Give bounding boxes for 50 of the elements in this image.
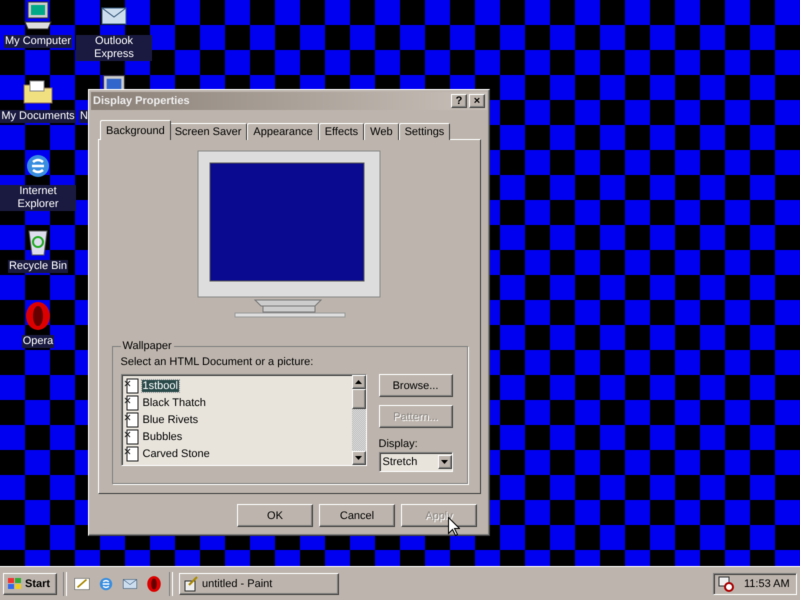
side-button[interactable]: Browse...: [378, 374, 452, 397]
image-file-icon: [124, 446, 140, 462]
group-label: Wallpaper: [122, 340, 173, 352]
scheduler-icon: [718, 576, 734, 592]
desktop-icon-label[interactable]: Opera: [22, 335, 54, 348]
image-file-icon: [124, 412, 140, 428]
display-dropdown[interactable]: Stretch: [378, 452, 452, 472]
desktop-icon-label[interactable]: My Computer: [4, 35, 72, 48]
taskbar-button[interactable]: untitled - Paint: [179, 572, 339, 594]
list-item[interactable]: 1stbool: [142, 380, 179, 392]
list-item[interactable]: Bubbles: [142, 430, 184, 442]
windows-flag-icon: [7, 576, 23, 590]
start-button[interactable]: Start: [3, 572, 57, 594]
tab[interactable]: Settings: [398, 123, 450, 140]
tab[interactable]: Background: [100, 120, 171, 140]
dialog-button[interactable]: Cancel: [319, 504, 395, 527]
scroll-thumb[interactable]: [352, 389, 366, 409]
scroll-up-button[interactable]: [352, 375, 366, 389]
list-item[interactable]: Carved Stone: [142, 448, 211, 460]
close-button[interactable]: ×: [469, 94, 485, 108]
down-arrow-icon: [355, 456, 362, 460]
list-item[interactable]: Blue Rivets: [142, 414, 200, 426]
image-file-icon: [124, 378, 140, 394]
image-file-icon: [124, 394, 140, 410]
window-title: Display Properties: [93, 95, 190, 107]
caret-icon: [441, 460, 448, 464]
help-button[interactable]: ?: [451, 94, 467, 108]
dropdown-button[interactable]: [438, 455, 452, 469]
scroll-down-button[interactable]: [352, 451, 366, 465]
display-label: Display:: [378, 438, 419, 450]
computer-icon: [22, 0, 54, 32]
dialog-button[interactable]: OK: [237, 504, 313, 527]
tab[interactable]: Screen Saver: [168, 123, 248, 140]
image-file-icon: [124, 428, 140, 444]
clock: 11:53 AM: [744, 578, 790, 590]
desktop-icon-label[interactable]: Outlook Express: [76, 35, 152, 61]
tab[interactable]: Web: [364, 123, 399, 140]
up-arrow-icon: [355, 380, 362, 384]
letter-o-icon: [145, 574, 163, 592]
prompt-text: Select an HTML Document or a picture:: [120, 356, 314, 368]
desktop-icon-label[interactable]: Recycle Bin: [8, 260, 68, 273]
desktop-icon-label[interactable]: My Documents: [0, 110, 76, 123]
tab[interactable]: Appearance: [247, 123, 319, 140]
desktop-icon-label[interactable]: N: [79, 110, 89, 123]
quick-launch-button[interactable]: [145, 574, 163, 592]
paint-icon: [183, 576, 199, 592]
desktop-icon-label[interactable]: Internet Explorer: [0, 185, 76, 211]
list-item[interactable]: Black Thatch: [142, 396, 207, 408]
scrollbar[interactable]: [352, 375, 366, 465]
tab[interactable]: Effects: [318, 123, 364, 140]
